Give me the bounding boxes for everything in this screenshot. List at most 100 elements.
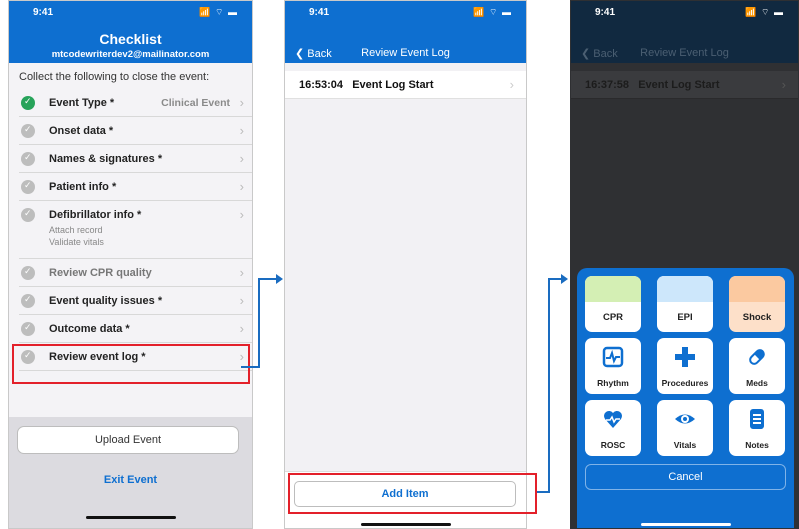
status-icons: 📶 ⌔ ▬ [745,7,784,17]
plus-icon [657,346,713,373]
checklist-item-value: Clinical Event [161,97,230,109]
add-item-sheet: CPR EPI Shock Rhythm Procedures Meds ROS… [577,268,794,528]
heart-pulse-icon [585,408,641,435]
status-time: 9:41 [309,7,330,18]
status-bar: 9:41 📶 ⌔ ▬ [9,1,252,23]
checklist-item-patient-info[interactable]: Patient info * › [19,173,252,201]
checklist-screen: 9:41 📶 ⌔ ▬ Checklist mtcodewriterdev2@ma… [8,0,253,529]
checklist-item-label: Patient info * [49,181,117,193]
check-done-icon [21,96,35,110]
status-time: 9:41 [33,7,54,18]
check-pending-icon [21,124,35,138]
checklist-item-outcome-data[interactable]: Outcome data * › [19,315,252,343]
tile-label: Meds [746,378,768,388]
tile-epi[interactable]: EPI [657,276,713,332]
tile-color-band [729,276,785,302]
page-title: Review Event Log [640,47,729,59]
checklist-item-label: Event Type * [49,97,115,109]
cancel-button[interactable]: Cancel [585,464,786,490]
log-time: 16:53:04 [299,79,344,91]
checklist-item-label: Names & signatures * [49,153,163,165]
chevron-right-icon: › [239,123,244,138]
checklist-item-label: Defibrillator info * [49,209,142,221]
home-indicator [641,523,731,526]
log-label: Event Log Start [638,79,720,91]
tile-label: Notes [745,440,769,450]
eye-icon [657,408,713,435]
checklist-item-defibrillator-info[interactable]: Defibrillator info * Attach record Valid… [19,201,252,259]
exit-event-button[interactable]: Exit Event [9,474,252,486]
tile-shock[interactable]: Shock [729,276,785,332]
checklist-item-label: Review CPR quality [49,267,152,279]
status-bar: 9:41 📶 ⌔ ▬ [285,1,526,23]
status-icons: 📶 ⌔ ▬ [473,7,512,17]
flow-arrow [258,278,278,280]
home-indicator [361,523,451,526]
check-pending-icon [21,208,35,222]
tile-procedures[interactable]: Procedures [657,338,713,394]
chevron-right-icon: › [239,95,244,110]
flow-arrow [548,278,550,493]
upload-event-button[interactable]: Upload Event [17,426,239,454]
log-row[interactable]: 16:37:58 Event Log Start › [571,71,798,99]
tile-label: Shock [742,312,772,323]
checklist-item-onset-data[interactable]: Onset data * › [19,117,252,145]
user-email: mtcodewriterdev2@mailinator.com [51,49,210,60]
tile-rosc[interactable]: ROSC [585,400,641,456]
tile-color-band [657,276,713,302]
checklist-item-subtext: Validate vitals [49,237,104,247]
checklist-intro: Collect the following to close the event… [19,71,210,83]
tile-color-band [585,276,641,302]
checklist-item-review-cpr-quality[interactable]: Review CPR quality › [19,259,252,287]
chevron-right-icon: › [781,77,786,92]
flow-arrow [241,366,259,368]
pill-icon [729,346,785,373]
checklist-item-names-signatures[interactable]: Names & signatures * › [19,145,252,173]
log-row-text: 16:37:58 Event Log Start [585,79,720,91]
status-icons: 📶 ⌔ ▬ [199,7,238,17]
chevron-right-icon: › [509,77,514,92]
arrow-head-icon [561,274,568,284]
review-log-screen: 9:41 📶 ⌔ ▬ ❮ Back Review Event Log 16:53… [284,0,527,529]
highlight-box [288,473,537,514]
chevron-right-icon: › [239,179,244,194]
checklist-item-event-quality-issues[interactable]: Event quality issues * › [19,287,252,315]
tile-notes[interactable]: Notes [729,400,785,456]
log-label: Event Log Start [352,79,434,91]
checklist-item-label: Event quality issues * [49,295,163,307]
checklist-list: Event Type * Clinical Event › Onset data… [9,89,252,371]
tile-vitals[interactable]: Vitals [657,400,713,456]
tile-label: ROSC [600,440,626,450]
tile-label: Procedures [661,378,709,388]
log-row[interactable]: 16:53:04 Event Log Start › [285,71,526,99]
check-pending-icon [21,266,35,280]
check-pending-icon [21,180,35,194]
checklist-item-label: Outcome data * [49,323,130,335]
chevron-right-icon: › [239,265,244,280]
highlight-box [12,344,250,384]
checklist-item-label: Onset data * [49,125,114,137]
check-pending-icon [21,152,35,166]
checklist-item-event-type[interactable]: Event Type * Clinical Event › [19,89,252,117]
check-pending-icon [21,294,35,308]
tile-rhythm[interactable]: Rhythm [585,338,641,394]
chevron-right-icon: › [239,151,244,166]
tile-label: EPI [677,312,693,323]
log-header: 9:41 📶 ⌔ ▬ ❮ Back Review Event Log [285,1,526,63]
flow-arrow [548,278,562,280]
chevron-right-icon: › [239,207,244,222]
log-time: 16:37:58 [585,79,630,91]
log-row-text: 16:53:04 Event Log Start [299,79,434,91]
notes-icon [729,408,785,435]
tile-label: Rhythm [597,378,629,388]
status-time: 9:41 [595,7,616,18]
tile-meds[interactable]: Meds [729,338,785,394]
chevron-right-icon: › [239,293,244,308]
page-title: Checklist [99,31,162,47]
flow-arrow [258,278,260,368]
tile-cpr[interactable]: CPR [585,276,641,332]
home-indicator [86,516,176,519]
checklist-item-subtext: Attach record [49,225,103,235]
chevron-right-icon: › [239,321,244,336]
checklist-header: 9:41 📶 ⌔ ▬ Checklist mtcodewriterdev2@ma… [9,1,252,63]
